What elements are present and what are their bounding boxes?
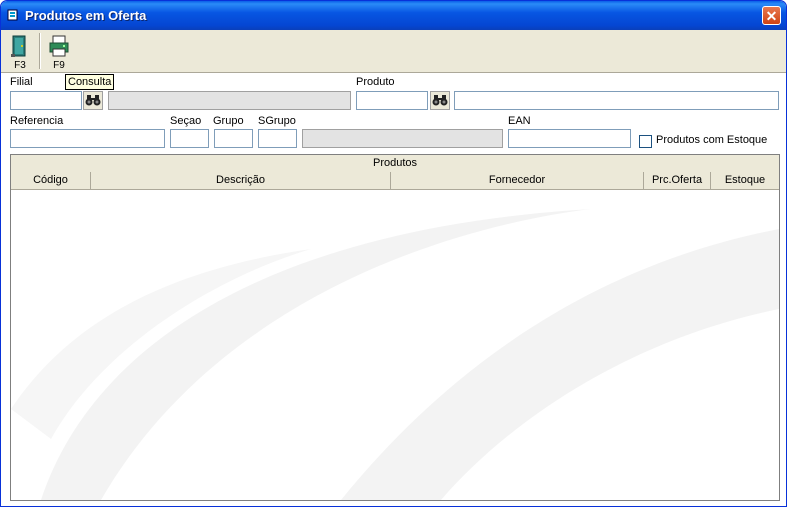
referencia-input[interactable]: [10, 129, 165, 148]
binoculars-icon: [432, 95, 448, 106]
produto-description-input[interactable]: [454, 91, 779, 110]
grupo-input[interactable]: [214, 129, 253, 148]
column-header-prc-oferta[interactable]: Prc.Oferta: [644, 172, 711, 189]
form-area: Filial Produto Consulta Referencia Seçao…: [1, 73, 786, 506]
ean-input[interactable]: [508, 129, 631, 148]
toolbar-separator: [39, 33, 41, 69]
filial-search-button[interactable]: [83, 91, 103, 110]
secao-input[interactable]: [170, 129, 209, 148]
print-button[interactable]: F9: [42, 32, 76, 71]
secao-label: Seçao: [170, 115, 202, 127]
app-icon: [7, 9, 18, 21]
produto-search-button[interactable]: [430, 91, 450, 110]
filial-label: Filial: [10, 76, 33, 88]
ean-label: EAN: [508, 115, 531, 127]
printer-icon: [49, 35, 69, 57]
title-bar[interactable]: Produtos em Oferta ✕: [1, 1, 786, 30]
produtos-com-estoque-label[interactable]: Produtos com Estoque: [656, 134, 767, 146]
sgrupo-label: SGrupo: [258, 115, 296, 127]
referencia-label: Referencia: [10, 115, 64, 127]
produto-label: Produto: [356, 76, 395, 88]
window-title: Produtos em Oferta: [25, 8, 147, 23]
toolbar: F3 F9: [1, 30, 786, 73]
background-watermark-swoosh: [11, 209, 779, 500]
filial-description-display: [108, 91, 351, 110]
produtos-em-oferta-window: Produtos em Oferta ✕ F3 F9 Filial Produt…: [0, 0, 787, 507]
exit-door-icon: [11, 35, 26, 57]
grid-caption: Produtos: [11, 155, 779, 173]
produtos-grid[interactable]: Produtos Código Descrição Fornecedor Prc…: [10, 154, 780, 501]
column-header-fornecedor[interactable]: Fornecedor: [391, 172, 644, 189]
column-header-codigo[interactable]: Código: [11, 172, 91, 189]
column-header-descricao[interactable]: Descrição: [91, 172, 391, 189]
print-button-label: F9: [53, 60, 65, 71]
grid-header-row: Código Descrição Fornecedor Prc.Oferta E…: [11, 172, 779, 190]
close-button[interactable]: ✕: [762, 6, 781, 25]
column-header-estoque[interactable]: Estoque: [711, 172, 779, 189]
exit-button[interactable]: F3: [3, 32, 37, 71]
produto-code-input[interactable]: [356, 91, 428, 110]
sgrupo-input[interactable]: [258, 129, 297, 148]
consulta-tooltip: Consulta: [65, 74, 115, 90]
filial-code-input[interactable]: [10, 91, 82, 110]
exit-button-label: F3: [14, 60, 26, 71]
binoculars-icon: [85, 95, 101, 106]
produtos-com-estoque-checkbox[interactable]: [639, 135, 652, 148]
grupo-label: Grupo: [213, 115, 244, 127]
grupo-description-display: [302, 129, 503, 148]
